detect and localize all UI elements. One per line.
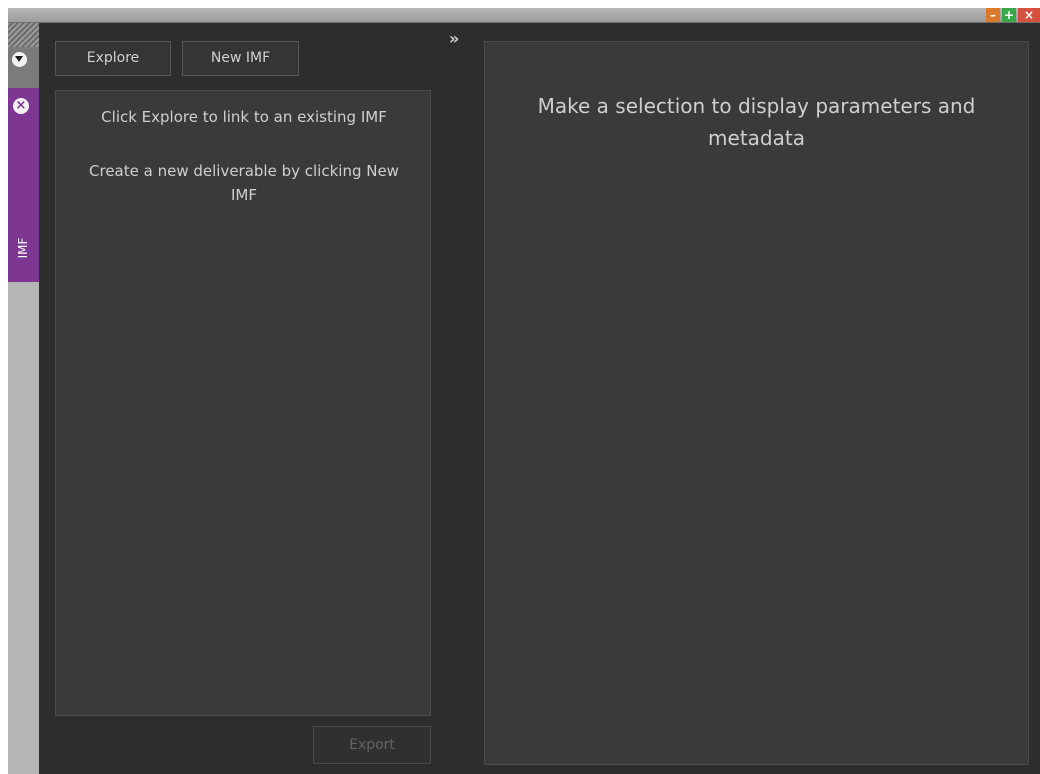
tab-imf-label: IMF bbox=[16, 237, 30, 259]
details-panel: Make a selection to display parameters a… bbox=[484, 41, 1029, 765]
drag-handle[interactable] bbox=[8, 23, 39, 47]
explore-button[interactable]: Explore bbox=[55, 41, 171, 76]
new-imf-hint: Create a new deliverable by clicking New… bbox=[89, 162, 399, 204]
minimize-button[interactable]: – bbox=[986, 8, 1000, 22]
imf-list-panel: Click Explore to link to an existing IMF… bbox=[55, 90, 431, 716]
side-strip-empty bbox=[8, 282, 39, 774]
close-window-button[interactable]: × bbox=[1018, 8, 1040, 22]
close-icon[interactable]: × bbox=[13, 98, 29, 114]
selection-message: Make a selection to display parameters a… bbox=[537, 94, 976, 150]
export-button[interactable]: Export bbox=[313, 726, 431, 764]
explore-hint: Click Explore to link to an existing IMF bbox=[101, 108, 387, 126]
new-imf-button[interactable]: New IMF bbox=[182, 41, 299, 76]
expand-panel-icon[interactable]: » bbox=[449, 29, 459, 48]
chevron-down-icon[interactable] bbox=[12, 52, 27, 67]
window-title-bar bbox=[8, 8, 1040, 23]
maximize-button[interactable]: + bbox=[1002, 8, 1016, 22]
